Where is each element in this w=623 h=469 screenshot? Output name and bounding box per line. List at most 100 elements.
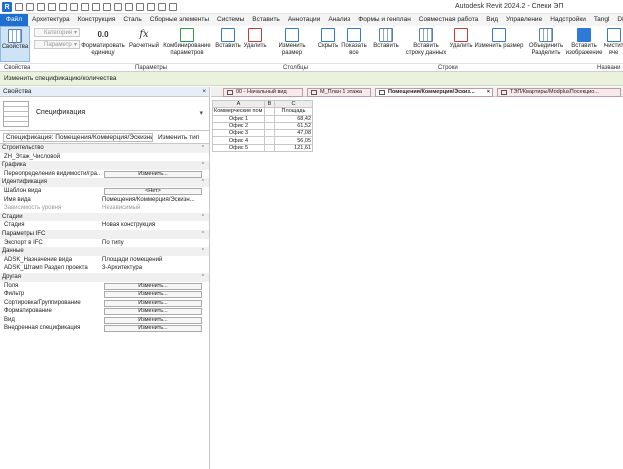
insert-column-button[interactable]: Вставить [214,28,242,50]
ribbon-tab[interactable]: Анализ [324,14,354,26]
parameter-combo[interactable]: Параметр [34,40,80,49]
ribbon-tab[interactable]: Файл [0,14,28,26]
edit-button[interactable]: Изменить... [104,291,202,299]
collapse-caret-icon[interactable]: ⌃ [201,273,205,282]
3d-view-icon[interactable] [125,3,133,11]
table-cell[interactable]: Офис 2 [212,121,265,131]
tag-icon[interactable] [103,3,111,11]
text-icon[interactable] [114,3,122,11]
dimension-icon[interactable] [92,3,100,11]
table-cell[interactable] [264,121,275,131]
table-cell[interactable]: 56,05 [274,136,313,145]
ribbon-tab[interactable]: Совместная работа [415,14,482,26]
measure-icon[interactable] [81,3,89,11]
table-cell[interactable] [264,129,275,138]
ribbon-tab[interactable]: Конструкция [74,14,120,26]
combine-parameters-button[interactable]: Комбинирование параметров [163,28,211,57]
document-tab[interactable]: M_План 1 этажа [307,88,371,97]
instance-selector[interactable]: Спецификация: Помещения/Коммерция/Эскизн… [3,133,153,142]
edit-button[interactable]: Изменить... [104,325,202,333]
table-cell[interactable]: Офис 3 [212,129,265,138]
property-group[interactable]: Стадии ⌃ [0,212,209,222]
ribbon-tab[interactable]: Надстройки [546,14,590,26]
print-icon[interactable] [70,3,78,11]
property-group[interactable]: Параметры IFC ⌃ [0,229,209,239]
edit-button[interactable]: <Нет> [104,187,202,195]
property-value[interactable]: По типу [102,239,206,248]
collapse-caret-icon[interactable]: ⌃ [201,144,205,153]
column-letter[interactable]: C [274,99,313,109]
table-cell[interactable]: 121,61 [274,143,313,153]
merge-split-button[interactable]: Объединить Разделить [528,28,564,57]
table-cell[interactable] [264,114,275,123]
section-icon[interactable] [136,3,144,11]
switch-windows-icon[interactable] [169,3,177,11]
ribbon-tab[interactable]: Вставить [248,14,284,26]
document-tab[interactable]: Помещения/Коммерция/Эскиз... × [375,88,493,97]
table-cell[interactable]: Офис 4 [212,136,265,145]
ribbon-tab[interactable]: Tangl [590,14,614,26]
property-group[interactable]: Идентификация ⌃ [0,178,209,187]
property-value[interactable]: Площади помещений [102,256,206,265]
property-value[interactable]: Помещения/Коммерция/Эскизн... [102,196,206,205]
collapse-caret-icon[interactable]: ⌃ [201,230,205,239]
close-icon[interactable]: × [202,87,206,97]
save-icon[interactable] [26,3,34,11]
column-letter[interactable]: B [264,99,275,109]
open-icon[interactable] [15,3,23,11]
ribbon-tab[interactable]: Архитектура [28,14,74,26]
header-cell[interactable]: Площадь [274,107,313,116]
edit-type-button[interactable]: Изменить тип [158,133,199,142]
collapse-caret-icon[interactable]: ⌃ [201,178,205,187]
table-cell[interactable] [264,143,275,153]
ribbon-tab[interactable]: Системы [213,14,248,26]
header-cell[interactable]: Коммерческие пом [212,107,265,116]
table-cell[interactable]: 47,08 [274,129,313,138]
undo-icon[interactable] [48,3,56,11]
properties-button[interactable]: Свойства [0,26,30,62]
property-group[interactable]: Другая ⌃ [0,272,209,282]
collapse-caret-icon[interactable]: ⌃ [201,213,205,222]
category-combo[interactable]: Категория [34,28,80,37]
format-unit-button[interactable]: 0.0 Форматировать единицу [81,28,125,57]
edit-button[interactable]: Изменить... [104,299,202,307]
table-cell[interactable]: Офис 1 [212,114,265,123]
table-cell[interactable]: 68,42 [274,114,313,123]
column-letter[interactable]: A [212,99,265,109]
property-group[interactable]: Строительство ⌃ [0,144,209,153]
document-tab[interactable]: 00 - Начальный вид [223,88,303,97]
insert-row-button[interactable]: Вставить [372,28,400,50]
clear-cell-button[interactable]: Очистить яче [604,28,623,57]
hide-column-button[interactable]: Скрыть [316,28,340,50]
ribbon-tab[interactable]: Аннотации [284,14,325,26]
ribbon-tab[interactable]: Управление [502,14,546,26]
document-tab[interactable]: ТЭП/Квартиры/ModplusПосекцио... [497,88,621,97]
collapse-caret-icon[interactable]: ⌃ [201,247,205,256]
edit-button[interactable]: Изменить... [104,316,202,324]
property-group[interactable]: Данные ⌃ [0,247,209,256]
insert-image-button[interactable]: Вставить изображение [566,28,602,57]
sync-icon[interactable] [37,3,45,11]
table-cell[interactable]: Офис 5 [212,143,265,153]
ribbon-tab[interactable]: Формы и генплан [354,14,415,26]
revit-logo-icon[interactable]: R [2,2,12,12]
ribbon-tab[interactable]: DiRoots [613,14,623,26]
collapse-caret-icon[interactable]: ⌃ [201,161,205,170]
thin-lines-icon[interactable] [147,3,155,11]
close-hidden-icon[interactable] [158,3,166,11]
delete-row-button[interactable]: Удалить [448,28,474,50]
delete-column-button[interactable]: Удалить [242,28,268,50]
type-selector[interactable]: Спецификация ▾ [0,97,209,131]
resize-column-button[interactable]: Изменить размер [268,28,316,57]
ribbon-tab[interactable]: Сталь [119,14,145,26]
property-value[interactable]: Новая конструкция [102,221,206,230]
redo-icon[interactable] [59,3,67,11]
close-tab-icon[interactable]: × [487,89,490,96]
edit-button[interactable]: Изменить... [104,170,202,178]
property-value[interactable]: 3-Архитектура [102,264,206,273]
ribbon-tab[interactable]: Вид [482,14,502,26]
ribbon-tab[interactable]: Сборные элементы [146,14,213,26]
edit-button[interactable]: Изменить... [104,282,202,290]
table-cell[interactable] [264,136,275,145]
resize-row-button[interactable]: Изменить размер [474,28,524,50]
